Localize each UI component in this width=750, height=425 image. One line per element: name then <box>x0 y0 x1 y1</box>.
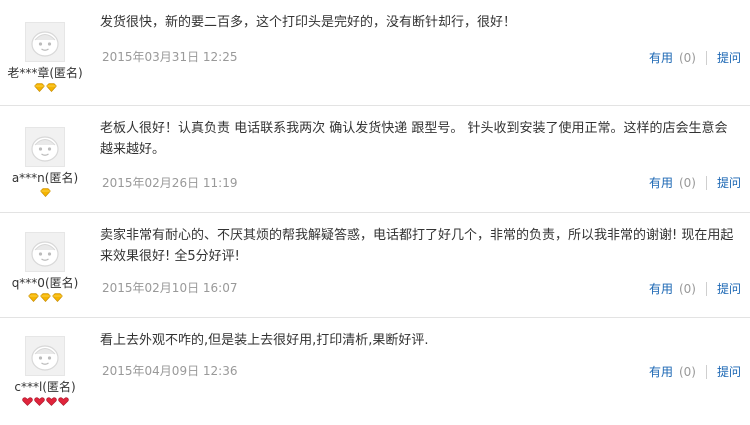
review-actions: 有用 (0) 提问 <box>649 174 741 191</box>
ask-question-link[interactable]: 提问 <box>717 174 741 191</box>
review-content: 卖家非常有耐心的、不厌其烦的帮我解疑答惑，电话都打了好几个，非常的负责，所以我非… <box>100 225 750 267</box>
ask-question-link[interactable]: 提问 <box>717 280 741 297</box>
review-item: a***n(匿名) 老板人很好！认真负责 电话联系我两次 确认发货快递 跟型号。… <box>0 106 750 213</box>
avatar[interactable] <box>25 336 65 376</box>
ask-question-link[interactable]: 提问 <box>717 49 741 66</box>
reviewer-name[interactable]: 老***章(匿名) <box>0 65 90 81</box>
default-avatar-icon <box>26 233 64 271</box>
avatar[interactable] <box>25 127 65 167</box>
divider <box>705 364 707 379</box>
review-date: 2015年03月31日 12:25 <box>102 50 238 64</box>
review-item: c***l(匿名) 看上去外观不咋的,但是装上去很好用,打印清析,果断好评. 2… <box>0 318 750 425</box>
ask-question-link[interactable]: 提问 <box>717 363 741 380</box>
review-list: 老***章(匿名) 发货很快，新的要二百多，这个打印头是完好的，没有断针却行，很… <box>0 0 750 425</box>
avatar[interactable] <box>25 232 65 272</box>
reviewer-name[interactable]: c***l(匿名) <box>0 379 90 395</box>
review-text: 老板人很好！认真负责 电话联系我两次 确认发货快递 跟型号。 针头收到安装了使用… <box>100 121 728 157</box>
reviewer-level <box>0 293 90 302</box>
reviewer-level <box>0 188 90 197</box>
useful-button[interactable]: 有用 <box>649 363 673 380</box>
default-avatar-icon <box>26 337 64 375</box>
useful-count: (0) <box>678 281 696 296</box>
reviewer-info: a***n(匿名) <box>0 106 90 197</box>
gold-diamond-icon <box>45 83 57 92</box>
default-avatar-icon <box>26 23 64 61</box>
review-date: 2015年04月09日 12:36 <box>102 364 238 378</box>
useful-count: (0) <box>678 175 696 190</box>
red-heart-icon <box>45 397 57 406</box>
reviewer-info: c***l(匿名) <box>0 318 90 406</box>
review-date: 2015年02月26日 11:19 <box>102 176 238 190</box>
gold-diamond-icon <box>33 83 45 92</box>
divider <box>705 175 707 190</box>
divider <box>705 281 707 296</box>
red-heart-icon <box>57 397 69 406</box>
useful-button[interactable]: 有用 <box>649 49 673 66</box>
gold-diamond-icon <box>27 293 39 302</box>
review-text: 卖家非常有耐心的、不厌其烦的帮我解疑答惑，电话都打了好几个，非常的负责，所以我非… <box>100 228 734 264</box>
gold-diamond-icon <box>39 188 51 197</box>
reviewer-name[interactable]: a***n(匿名) <box>0 170 90 186</box>
red-heart-icon <box>33 397 45 406</box>
review-content: 看上去外观不咋的,但是装上去很好用,打印清析,果断好评. <box>100 330 750 351</box>
useful-count: (0) <box>678 364 696 379</box>
review-text: 看上去外观不咋的,但是装上去很好用,打印清析,果断好评. <box>100 333 429 348</box>
useful-button[interactable]: 有用 <box>649 280 673 297</box>
review-actions: 有用 (0) 提问 <box>649 363 741 380</box>
review-content: 发货很快，新的要二百多，这个打印头是完好的，没有断针却行，很好！ <box>100 12 750 33</box>
useful-count: (0) <box>678 50 696 65</box>
gold-diamond-icon <box>51 293 63 302</box>
reviewer-info: q***0(匿名) <box>0 213 90 302</box>
reviewer-name[interactable]: q***0(匿名) <box>0 275 90 291</box>
reviewer-info: 老***章(匿名) <box>0 0 90 92</box>
default-avatar-icon <box>26 128 64 166</box>
divider <box>705 50 707 65</box>
review-text: 发货很快，新的要二百多，这个打印头是完好的，没有断针却行，很好！ <box>100 15 517 30</box>
avatar[interactable] <box>25 22 65 62</box>
reviewer-level <box>0 397 90 406</box>
review-content: 老板人很好！认真负责 电话联系我两次 确认发货快递 跟型号。 针头收到安装了使用… <box>100 118 750 160</box>
reviewer-level <box>0 83 90 92</box>
review-date: 2015年02月10日 16:07 <box>102 281 238 295</box>
review-item: 老***章(匿名) 发货很快，新的要二百多，这个打印头是完好的，没有断针却行，很… <box>0 0 750 106</box>
review-actions: 有用 (0) 提问 <box>649 280 741 297</box>
useful-button[interactable]: 有用 <box>649 174 673 191</box>
review-actions: 有用 (0) 提问 <box>649 49 741 66</box>
review-item: q***0(匿名) 卖家非常有耐心的、不厌其烦的帮我解疑答惑，电话都打了好几个，… <box>0 213 750 318</box>
gold-diamond-icon <box>39 293 51 302</box>
red-heart-icon <box>21 397 33 406</box>
